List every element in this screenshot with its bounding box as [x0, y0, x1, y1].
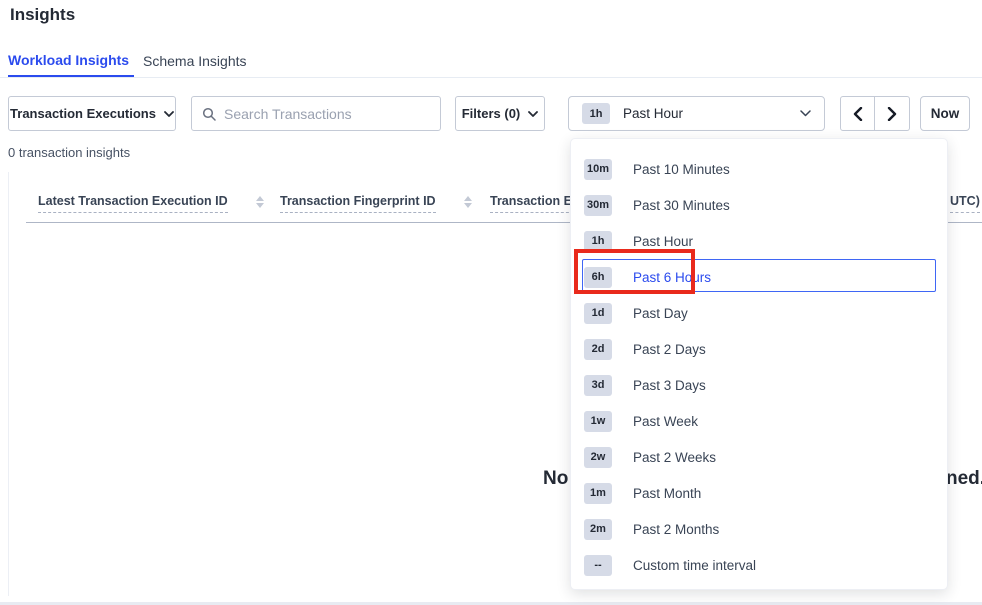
tab-workload-insights[interactable]: Workload Insights — [8, 44, 134, 77]
time-interval-option-label: Past 2 Days — [633, 342, 706, 357]
time-interval-option-label: Past 10 Minutes — [633, 162, 730, 177]
tab-schema-insights[interactable]: Schema Insights — [143, 44, 247, 77]
search-icon — [202, 107, 216, 121]
search-box — [191, 96, 441, 131]
column-header-label: Transaction Ex — [490, 194, 579, 213]
time-interval-option-label: Past 6 Hours — [633, 270, 711, 285]
time-interval-option-label: Past 2 Weeks — [633, 450, 716, 465]
time-interval-option-badge: 3d — [584, 375, 612, 396]
time-interval-option-badge: 1h — [584, 231, 612, 252]
column-header-label: UTC) — [950, 194, 980, 213]
time-step-buttons — [840, 96, 910, 131]
time-interval-option-badge: 2w — [584, 447, 612, 468]
time-interval-option[interactable]: 2w Past 2 Weeks — [571, 439, 947, 475]
time-interval-option[interactable]: 1h Past Hour — [571, 223, 947, 259]
column-header-label: Latest Transaction Execution ID — [38, 194, 228, 213]
time-interval-badge: 1h — [582, 103, 610, 124]
chevron-right-icon — [887, 107, 897, 121]
time-interval-option-badge: 2m — [584, 519, 612, 540]
time-interval-option-badge: 10m — [584, 159, 612, 180]
time-interval-option-label: Past Hour — [633, 234, 693, 249]
transaction-type-label: Transaction Executions — [10, 106, 156, 121]
page-title: Insights — [10, 5, 75, 25]
time-interval-dropdown-menu: 10m Past 10 Minutes 30m Past 30 Minutes … — [570, 138, 948, 590]
chevron-left-icon — [853, 107, 863, 121]
time-interval-option[interactable]: 1w Past Week — [571, 403, 947, 439]
filters-button[interactable]: Filters (0) — [455, 96, 545, 131]
time-interval-option-badge: 1d — [584, 303, 612, 324]
chevron-down-icon — [528, 111, 538, 117]
time-interval-option-badge: -- — [584, 555, 612, 576]
time-interval-option-label: Custom time interval — [633, 558, 756, 573]
time-interval-option-badge: 6h — [584, 267, 612, 288]
next-interval-button[interactable] — [875, 96, 910, 131]
column-header-latest-transaction-execution-id[interactable]: Latest Transaction Execution ID — [38, 194, 264, 213]
time-interval-option[interactable]: 2m Past 2 Months — [571, 511, 947, 547]
time-interval-option[interactable]: 1m Past Month — [571, 475, 947, 511]
filters-label: Filters (0) — [462, 106, 521, 121]
column-header-transaction-fingerprint-id[interactable]: Transaction Fingerprint ID — [280, 194, 472, 213]
time-interval-option-badge: 1m — [584, 483, 612, 504]
column-header-utc[interactable]: UTC) — [950, 194, 980, 213]
time-interval-option-label: Past Week — [633, 414, 698, 429]
time-interval-option[interactable]: 30m Past 30 Minutes — [571, 187, 947, 223]
search-input[interactable] — [224, 106, 430, 122]
previous-interval-button[interactable] — [840, 96, 875, 131]
chevron-down-icon — [800, 110, 811, 117]
time-interval-option[interactable]: 6h Past 6 Hours — [571, 259, 947, 295]
time-interval-option-badge: 1w — [584, 411, 612, 432]
time-interval-option-label: Past Month — [633, 486, 701, 501]
time-interval-option[interactable]: 3d Past 3 Days — [571, 367, 947, 403]
tab-bar: Workload Insights Schema Insights — [0, 40, 982, 78]
time-interval-option[interactable]: 2d Past 2 Days — [571, 331, 947, 367]
time-interval-option-label: Past 3 Days — [633, 378, 706, 393]
time-interval-option-label: Past Day — [633, 306, 688, 321]
insights-count: 0 transaction insights — [8, 145, 130, 160]
time-interval-option-badge: 30m — [584, 195, 612, 216]
empty-state-message-fragment: ned. — [946, 468, 982, 490]
chevron-down-icon — [164, 111, 174, 117]
time-interval-option-label: Past 30 Minutes — [633, 198, 730, 213]
time-interval-option[interactable]: 10m Past 10 Minutes — [571, 151, 947, 187]
column-header-label: Transaction Fingerprint ID — [280, 194, 436, 213]
sort-icon[interactable] — [256, 196, 264, 208]
time-interval-option-label: Past 2 Months — [633, 522, 719, 537]
time-interval-select[interactable]: 1h Past Hour — [568, 96, 825, 131]
now-button[interactable]: Now — [920, 96, 970, 131]
time-interval-option[interactable]: -- Custom time interval — [571, 547, 947, 583]
sort-icon[interactable] — [464, 196, 472, 208]
time-interval-label: Past Hour — [623, 106, 800, 121]
transaction-type-dropdown[interactable]: Transaction Executions — [8, 96, 176, 131]
time-interval-option-badge: 2d — [584, 339, 612, 360]
time-interval-option[interactable]: 1d Past Day — [571, 295, 947, 331]
column-header-transaction-execution[interactable]: Transaction Ex — [490, 194, 579, 213]
